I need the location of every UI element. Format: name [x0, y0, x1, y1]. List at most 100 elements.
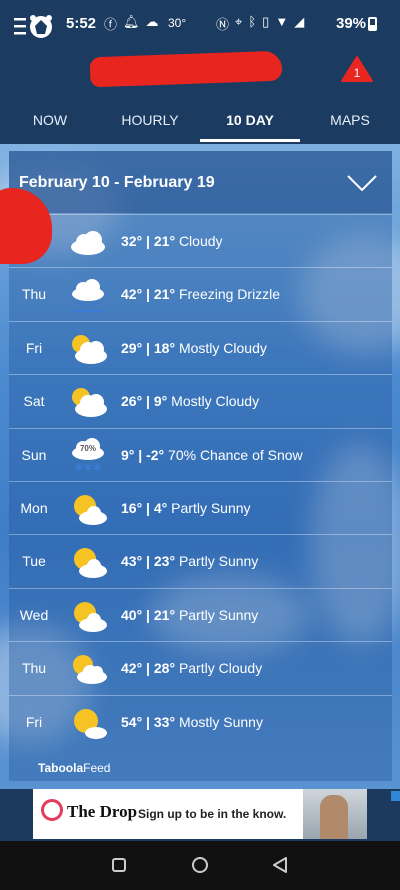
forecast-row[interactable]: Wed 40° | 21° Partly Sunny — [9, 587, 392, 641]
ad-brand: The Drop — [67, 802, 138, 821]
high-temp: 42° — [121, 660, 143, 677]
high-temp: 54° — [121, 713, 143, 730]
low-temp: 21° — [153, 286, 176, 303]
high-temp: 40° — [121, 606, 143, 623]
high-temp: 26° — [121, 393, 143, 410]
ad-choices-icon[interactable] — [391, 791, 400, 801]
forecast-row[interactable]: Thu 42° | 21° Freezing Drizzle — [9, 267, 392, 320]
condition-text: Partly Sunny — [178, 553, 259, 570]
back-icon[interactable] — [272, 857, 288, 873]
heart-logo-icon — [41, 799, 63, 821]
battery-icon — [368, 17, 377, 31]
high-temp: 32° — [121, 233, 143, 249]
high-temp: 9° — [121, 446, 135, 463]
battery-percent: 39% — [336, 15, 367, 32]
low-temp: 4° — [153, 500, 168, 516]
tab-hourly[interactable]: HOURLY — [100, 96, 200, 144]
forecast-temps: 54° | 33° Mostly Sunny — [121, 713, 263, 730]
condition-text: Partly Sunny — [171, 500, 251, 516]
condition-text: Mostly Cloudy — [171, 393, 260, 410]
condition-text: Partly Cloudy — [178, 660, 263, 677]
high-temp: 29° — [121, 339, 143, 356]
low-temp: 33° — [153, 713, 176, 730]
forecast-day: Wed — [19, 606, 49, 623]
forecast-row[interactable]: Mon 16° | 4° Partly Sunny — [9, 481, 392, 534]
alert-count: 1 — [353, 66, 361, 80]
low-temp: 21° — [153, 606, 176, 623]
signal-icon: ◢ — [294, 14, 305, 29]
cloud-upload-icon: ☁︎ — [145, 14, 159, 29]
menu-icon[interactable] — [14, 14, 56, 40]
forecast-temps: 29° | 18° Mostly Cloudy — [121, 339, 267, 356]
status-bar: 5:52 ⓕ 🔔︎ ☁︎ 30° Ⓝ ⌖ ᛒ ▯ ▼ ◢ 39% — [0, 0, 400, 44]
low-temp: 21° — [153, 233, 176, 249]
forecast-row[interactable]: Thu 42° | 28° Partly Cloudy — [9, 641, 392, 694]
mostly-sunny-icon — [74, 708, 107, 739]
forecast-row[interactable]: Fri 29° | 18° Mostly Cloudy — [9, 320, 392, 374]
home-icon[interactable] — [192, 857, 208, 873]
low-temp: 9° — [153, 393, 168, 410]
forecast-temps: 40° | 21° Partly Sunny — [121, 606, 259, 623]
forecast-day: Thu — [21, 286, 47, 303]
forecast-tabs: NOW HOURLY 10 DAY MAPS — [0, 96, 400, 144]
high-temp: 43° — [121, 553, 143, 570]
low-temp: -2° — [146, 446, 165, 463]
condition-text: Cloudy — [178, 233, 223, 249]
snow-icon: 70% ✱✱✱ — [72, 437, 104, 474]
forecast-day: Thu — [21, 660, 47, 677]
ad-banner[interactable]: The Drop Sign up to be in the know. — [33, 789, 400, 839]
forecast-temps: 9° | -2° 70% Chance of Snow — [121, 446, 303, 463]
wifi-icon: ▼ — [275, 14, 289, 29]
forecast-temps: 32° | 21° Cloudy — [121, 233, 223, 249]
high-temp: 42° — [121, 286, 143, 303]
low-temp: 23° — [153, 553, 176, 570]
forecast-temps: 42° | 21° Freezing Drizzle — [121, 286, 281, 303]
forecast-day: Fri — [25, 339, 43, 356]
bluetooth-icon: ᛒ — [248, 14, 257, 29]
forecast-day: Sun — [21, 446, 47, 463]
location-icon: ⌖ — [235, 14, 243, 29]
forecast-day: Mon — [20, 500, 48, 516]
partly-sunny-icon — [74, 601, 107, 632]
mostly-cloudy-icon — [72, 388, 107, 418]
status-temp: 30° — [168, 16, 187, 30]
condition-text: Mostly Cloudy — [178, 339, 267, 356]
partly-cloudy-icon — [73, 655, 107, 685]
cloudy-icon — [71, 231, 105, 255]
recents-icon[interactable] — [112, 858, 126, 872]
status-time: 5:52 — [66, 15, 97, 32]
tab-maps[interactable]: MAPS — [300, 96, 400, 144]
low-temp: 18° — [153, 339, 176, 356]
svg-text:✱✱✱: ✱✱✱ — [74, 462, 102, 474]
condition-text: Partly Sunny — [178, 606, 259, 623]
low-temp: 28° — [153, 660, 176, 677]
mostly-cloudy-icon — [72, 334, 107, 364]
forecast-row[interactable]: Fri 54° | 33° Mostly Sunny — [9, 694, 392, 748]
date-range-title: February 10 - February 19 — [19, 174, 215, 191]
facebook-icon: ⓕ — [104, 17, 118, 32]
condition-text: 70% Chance of Snow — [168, 446, 303, 463]
forecast-row[interactable]: Sat 26° | 9° Mostly Cloudy — [9, 374, 392, 427]
partly-sunny-icon — [74, 495, 107, 525]
forecast-row[interactable]: 32° | 21° Cloudy — [9, 214, 392, 267]
partly-sunny-icon — [74, 548, 107, 579]
high-temp: 16° — [121, 500, 143, 516]
nfc-icon: Ⓝ — [216, 17, 230, 32]
vibrate-icon: ▯ — [262, 14, 270, 29]
chevron-down-icon[interactable] — [347, 175, 377, 191]
condition-text: Mostly Sunny — [178, 713, 263, 730]
taboola-feed-label[interactable]: TaboolaFeed — [38, 761, 110, 775]
tab-10-day[interactable]: 10 DAY — [200, 96, 300, 144]
forecast-row[interactable]: Sun 70% ✱✱✱ 9° | -2° 70% Chance of Snow — [9, 427, 392, 481]
tab-now[interactable]: NOW — [0, 96, 100, 144]
forecast-day: Tue — [22, 553, 46, 570]
condition-text: Freezing Drizzle — [178, 286, 281, 303]
forecast-temps: 16° | 4° Partly Sunny — [121, 500, 251, 516]
forecast-day: Sat — [23, 393, 45, 410]
svg-text:70%: 70% — [80, 444, 96, 453]
forecast-temps: 42° | 28° Partly Cloudy — [121, 660, 263, 677]
date-range-header[interactable]: February 10 - February 19 — [9, 151, 392, 213]
ad-text: Sign up to be in the know. — [138, 807, 287, 821]
forecast-row[interactable]: Tue 43° | 23° Partly Sunny — [9, 534, 392, 587]
forecast-temps: 43° | 23° Partly Sunny — [121, 553, 259, 570]
